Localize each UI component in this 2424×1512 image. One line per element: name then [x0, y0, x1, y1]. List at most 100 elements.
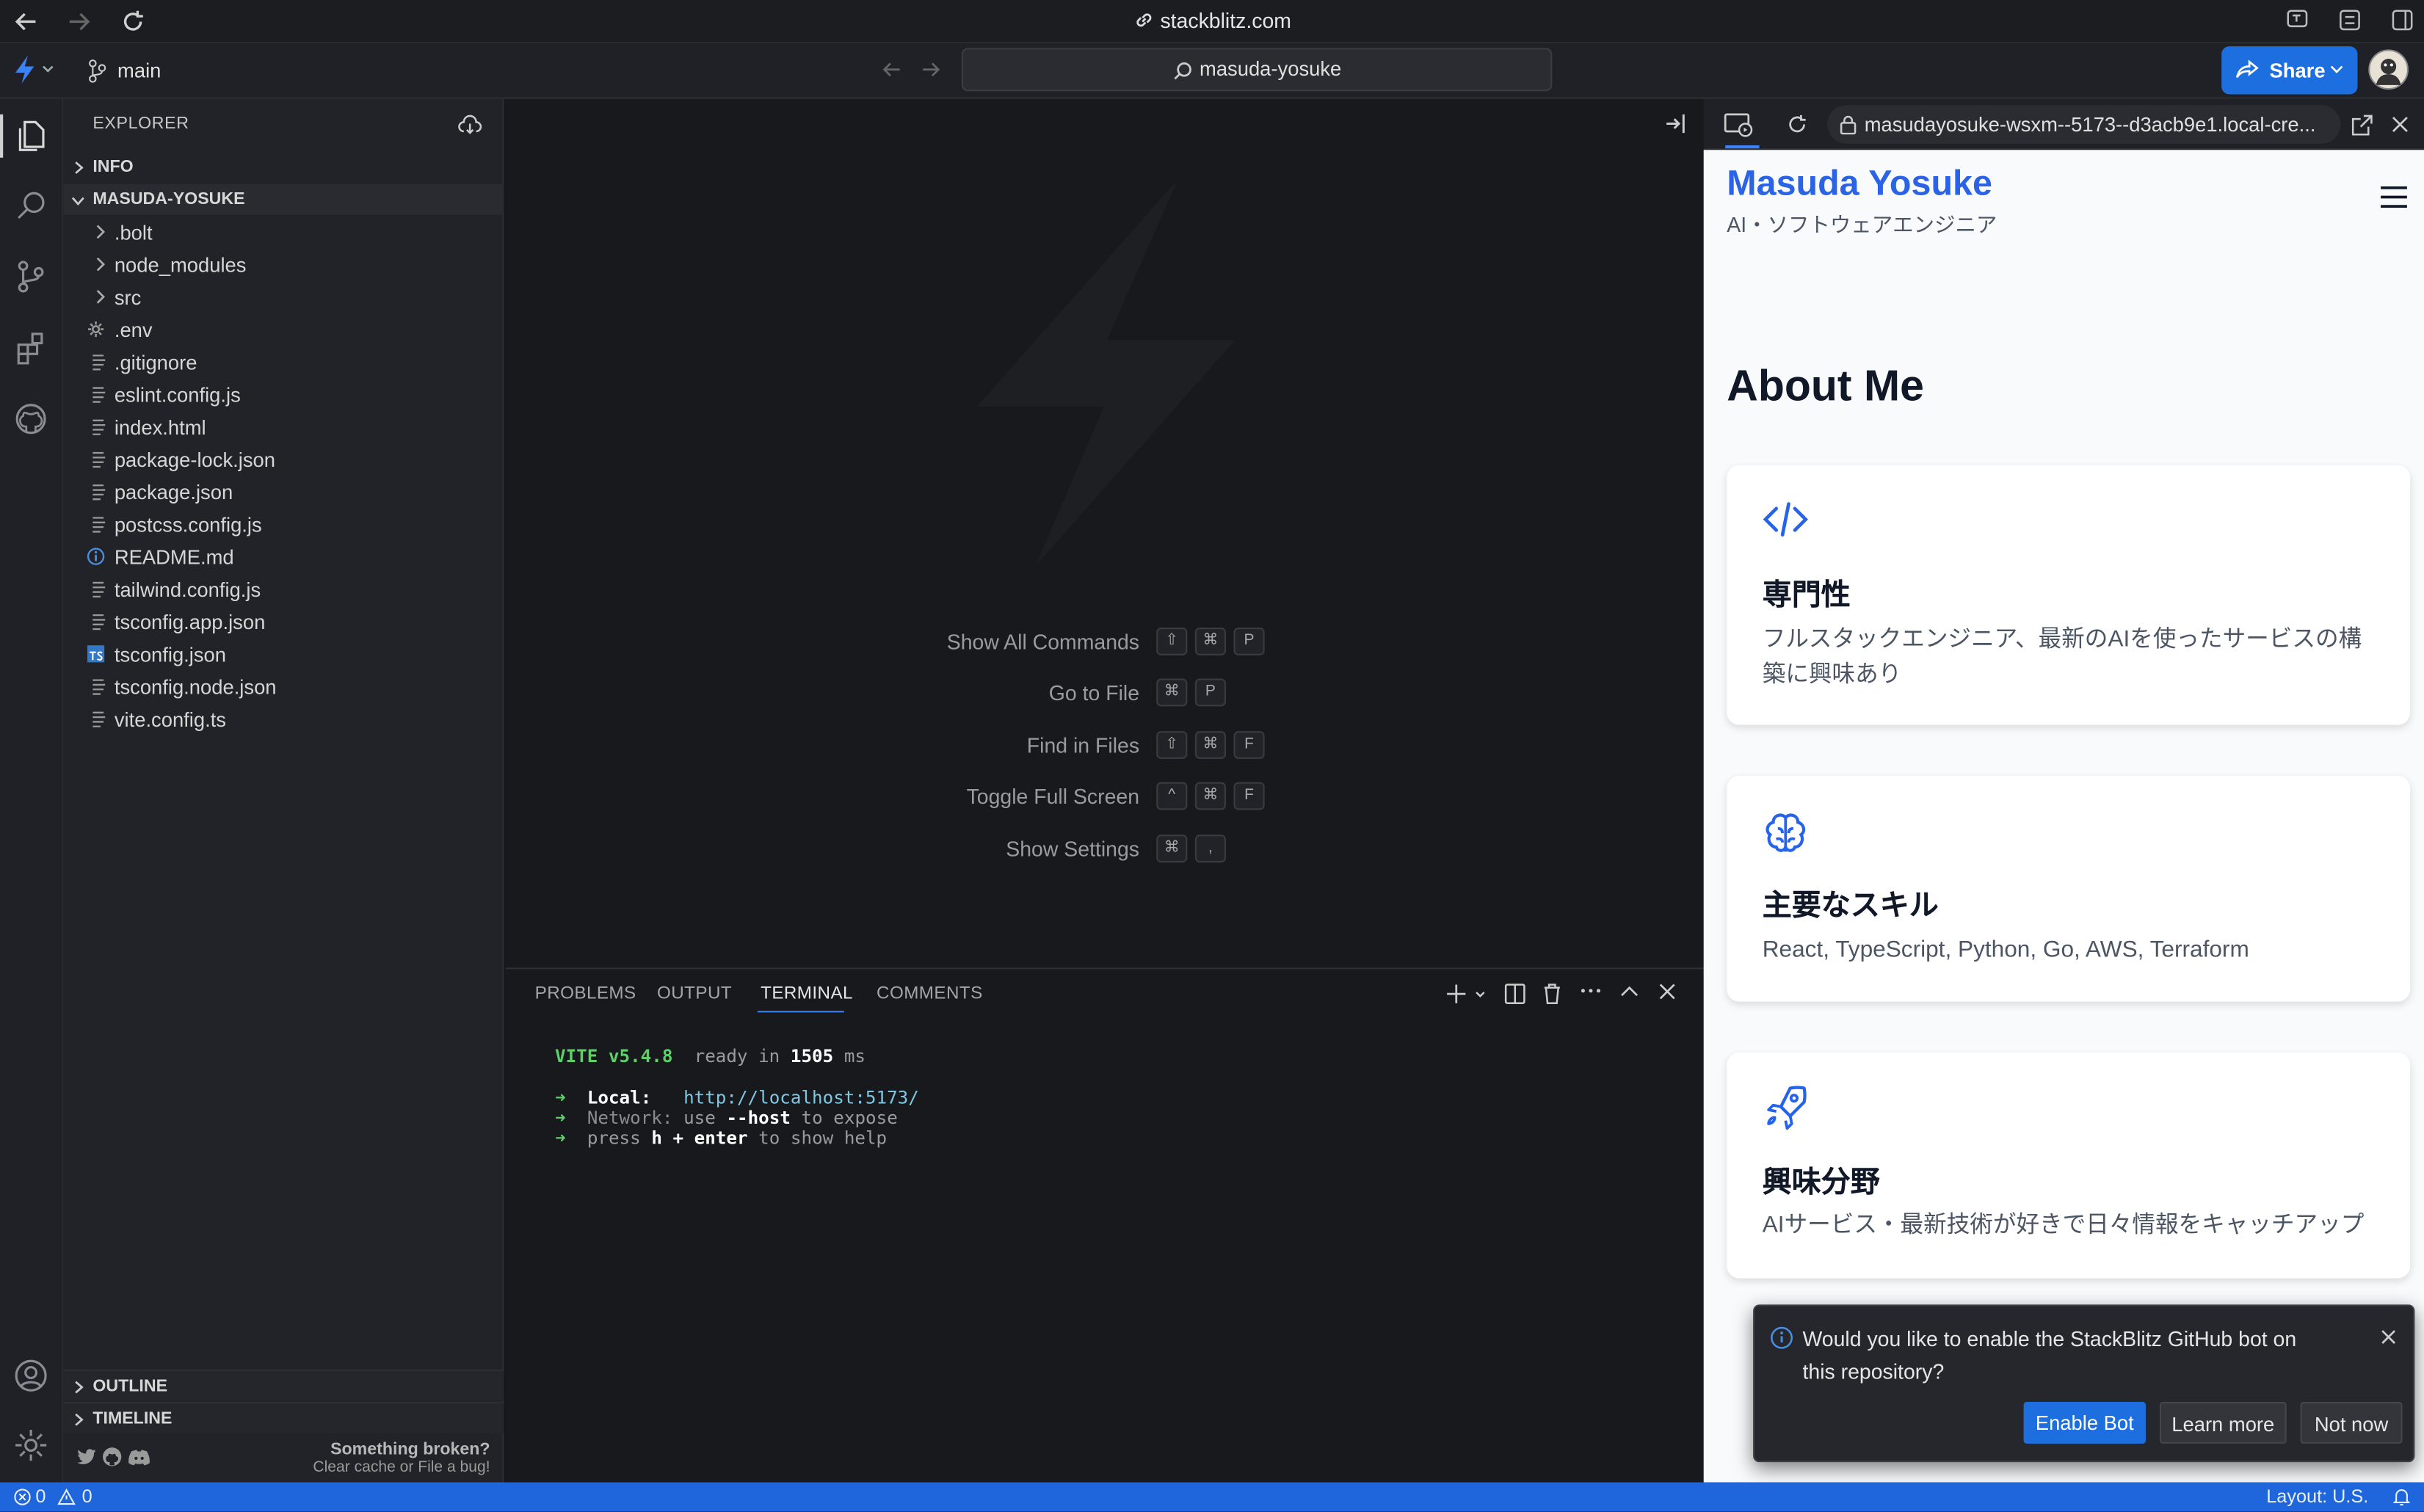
discord-icon[interactable] — [128, 1450, 150, 1466]
warning-icon — [57, 1488, 76, 1505]
source-control-icon[interactable] — [12, 258, 50, 296]
footer-subtitle[interactable]: Clear cache or File a bug! — [313, 1459, 490, 1476]
extensions-icon[interactable] — [12, 330, 50, 367]
card-description: React, TypeScript, Python, Go, AWS, Terr… — [1762, 937, 2249, 963]
open-external-icon[interactable] — [2351, 115, 2373, 136]
about-heading: About Me — [1727, 361, 1924, 410]
text-file-icon — [91, 482, 109, 502]
local-url-link[interactable]: http://localhost:5173/ — [683, 1086, 919, 1108]
timeline-section[interactable]: TIMELINE — [63, 1402, 504, 1433]
nav-forward-icon[interactable] — [920, 59, 941, 80]
keyboard-layout[interactable]: Layout: U.S. — [2266, 1483, 2368, 1512]
hamburger-menu-icon[interactable] — [2379, 186, 2409, 209]
toggle-layout-icon[interactable] — [1663, 112, 1688, 137]
sidebar-toggle-icon[interactable] — [2390, 8, 2415, 33]
text-file-icon — [91, 710, 109, 730]
folder-item[interactable]: src — [63, 281, 504, 313]
activity-bar — [0, 98, 64, 1483]
project-section[interactable]: MASUDA-YOSUKE — [63, 183, 504, 215]
key-hint: ^ — [1156, 782, 1188, 810]
stackblitz-menu-icon[interactable] — [11, 54, 57, 85]
account-icon[interactable] — [12, 1357, 50, 1395]
learn-more-button[interactable]: Learn more — [2159, 1402, 2287, 1444]
footer-title[interactable]: Something broken? — [330, 1441, 490, 1459]
twitter-icon[interactable] — [77, 1448, 97, 1465]
address-bar[interactable]: stackblitz.com — [0, 8, 2424, 32]
not-now-button[interactable]: Not now — [2300, 1402, 2403, 1444]
folder-item[interactable]: node_modules — [63, 249, 504, 281]
file-item[interactable]: tsconfig.app.json — [63, 606, 504, 639]
search-icon — [1172, 59, 1194, 81]
file-item[interactable]: tsconfig.node.json — [63, 671, 504, 703]
preview-devtools-icon[interactable] — [1724, 112, 1755, 139]
more-icon[interactable] — [1580, 988, 1601, 994]
maximize-panel-icon[interactable] — [1620, 984, 1639, 997]
active-tab-underline — [757, 1011, 844, 1013]
extensions-icon[interactable] — [2337, 8, 2362, 33]
files-icon[interactable] — [12, 117, 50, 155]
chevron-right-icon — [94, 255, 112, 275]
file-item[interactable]: postcss.config.js — [63, 509, 504, 541]
enable-bot-button[interactable]: Enable Bot — [2023, 1402, 2146, 1444]
tab-terminal[interactable]: TERMINAL — [761, 984, 853, 1003]
file-item[interactable]: .gitignore — [63, 346, 504, 379]
folder-item[interactable]: .bolt — [63, 217, 504, 249]
avatar[interactable] — [2368, 49, 2409, 90]
close-toast-icon[interactable] — [2381, 1329, 2396, 1345]
ready-text: ready in — [694, 1044, 780, 1067]
file-label: .gitignore — [114, 351, 197, 374]
typescript-file-icon — [87, 644, 105, 664]
file-item[interactable]: package.json — [63, 476, 504, 509]
command-search[interactable]: masuda-yosuke — [961, 48, 1553, 92]
file-item[interactable]: tailwind.config.js — [63, 573, 504, 606]
github-bot-toast: Would you like to enable the StackBlitz … — [1753, 1304, 2415, 1463]
split-terminal-icon[interactable] — [1504, 983, 1525, 1004]
refresh-icon[interactable] — [1785, 113, 1809, 137]
link-icon — [1133, 10, 1154, 32]
file-item[interactable]: .env — [63, 313, 504, 346]
nav-back-icon[interactable] — [881, 59, 902, 80]
site-brand[interactable]: Masuda Yosuke — [1727, 162, 1992, 204]
trash-icon[interactable] — [1543, 983, 1561, 1004]
file-item[interactable]: README.md — [63, 541, 504, 573]
file-item[interactable]: eslint.config.js — [63, 379, 504, 411]
close-preview-icon[interactable] — [2392, 116, 2409, 133]
translate-icon[interactable] — [2285, 8, 2310, 33]
text-file-icon — [91, 385, 109, 404]
settings-gear-icon[interactable] — [12, 1427, 50, 1464]
info-file-icon — [87, 547, 105, 567]
key-hint: ⇧ — [1156, 731, 1188, 759]
file-label: tailwind.config.js — [114, 578, 261, 602]
branch-name[interactable]: main — [117, 59, 161, 82]
file-item[interactable]: package-lock.json — [63, 443, 504, 476]
key-hint: ⇧ — [1156, 627, 1188, 655]
tab-output[interactable]: OUTPUT — [657, 984, 732, 1003]
close-panel-icon[interactable] — [1659, 983, 1676, 1000]
error-count[interactable]: 0 — [35, 1483, 46, 1512]
tab-problems[interactable]: PROBLEMS — [535, 984, 636, 1003]
github-icon[interactable] — [102, 1447, 122, 1466]
search-icon[interactable] — [12, 187, 50, 225]
preview-url-bar[interactable]: masudayosuke-wsxm--5173--d3acb9e1.local-… — [1827, 105, 2341, 144]
chevron-right-icon — [94, 222, 112, 242]
warning-count[interactable]: 0 — [82, 1483, 92, 1512]
info-section[interactable]: INFO — [63, 151, 504, 182]
file-item[interactable]: index.html — [63, 411, 504, 443]
file-item[interactable]: tsconfig.json — [63, 639, 504, 671]
file-item[interactable]: vite.config.ts — [63, 703, 504, 735]
file-label: index.html — [114, 415, 206, 440]
terminal-line-network: ➜ Network: use --host to expose — [555, 1106, 898, 1129]
tab-comments[interactable]: COMMENTS — [877, 984, 983, 1003]
github-icon[interactable] — [12, 400, 50, 437]
bell-icon[interactable] — [2392, 1487, 2411, 1507]
new-terminal-icon[interactable] — [1445, 983, 1486, 1004]
text-file-icon — [91, 677, 109, 697]
file-label: .env — [114, 318, 153, 342]
vite-version: VITE v5.4.8 — [555, 1044, 673, 1067]
file-label: package-lock.json — [114, 448, 275, 472]
toast-message: Would you like to enable the StackBlitz … — [1802, 1327, 2297, 1384]
network-label: Network: — [587, 1106, 673, 1129]
outline-section[interactable]: OUTLINE — [63, 1369, 504, 1400]
share-button[interactable]: Share — [2221, 46, 2358, 95]
download-icon[interactable] — [457, 115, 482, 136]
